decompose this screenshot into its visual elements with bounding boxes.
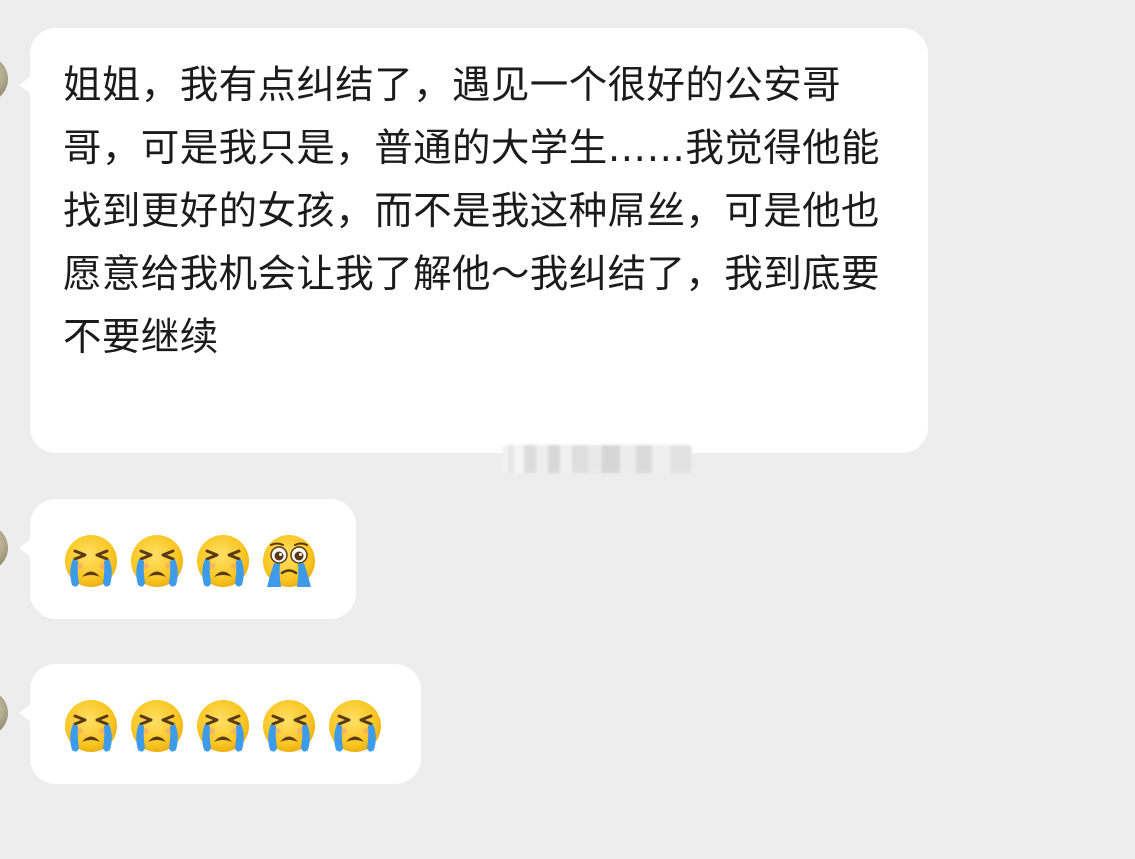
message-text: 姐姐，我有点纠结了，遇见一个很好的公安哥哥，可是我只是，普通的大学生……我觉得他… bbox=[63, 63, 880, 360]
message-bubble[interactable]: 姐姐，我有点纠结了，遇见一个很好的公安哥哥，可是我只是，普通的大学生……我觉得他… bbox=[19, 28, 928, 473]
emoji-message-bubble[interactable] bbox=[19, 664, 421, 784]
crying-face-icon bbox=[327, 698, 383, 754]
emoji-row bbox=[63, 533, 317, 589]
emoji-row bbox=[63, 698, 383, 754]
blurred-watermark bbox=[502, 445, 692, 473]
bubble-tail bbox=[19, 76, 31, 94]
crying-face-icon bbox=[195, 533, 251, 589]
pleading-tears-face-icon bbox=[261, 533, 317, 589]
crying-face-icon bbox=[195, 698, 251, 754]
sender-avatar[interactable] bbox=[0, 690, 8, 736]
bubble-tail bbox=[19, 539, 31, 557]
bubble-tail bbox=[19, 704, 31, 722]
crying-face-icon bbox=[63, 698, 119, 754]
emoji-message-bubble[interactable] bbox=[19, 499, 356, 619]
crying-face-icon bbox=[129, 533, 185, 589]
crying-face-icon bbox=[261, 698, 317, 754]
crying-face-icon bbox=[63, 533, 119, 589]
sender-avatar[interactable] bbox=[0, 525, 8, 571]
crying-face-icon bbox=[129, 698, 185, 754]
sender-avatar[interactable] bbox=[0, 56, 8, 102]
